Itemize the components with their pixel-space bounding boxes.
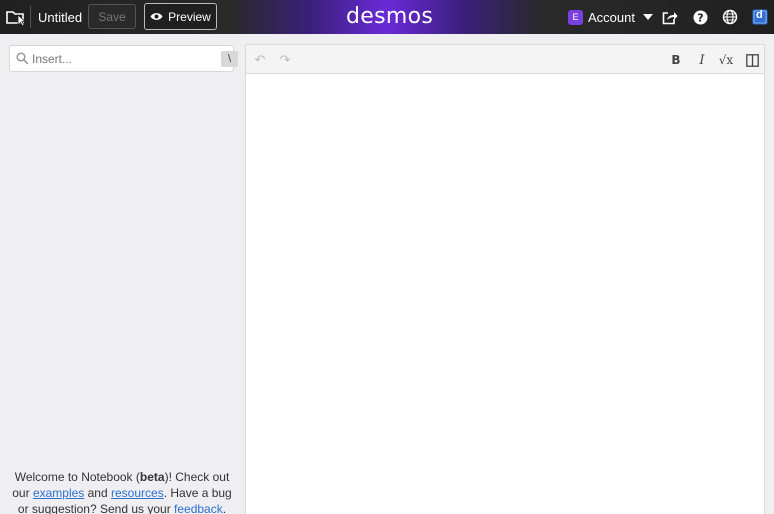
welcome-message: Welcome to Notebook (beta)! Check out ou… [6, 469, 238, 514]
help-button[interactable]: ? [690, 7, 710, 27]
document-title[interactable]: Untitled [38, 0, 82, 34]
svg-text:?: ? [697, 11, 703, 24]
insert-search-input[interactable] [32, 50, 207, 68]
beta-label: beta [139, 470, 165, 484]
insert-search-box[interactable]: \ [9, 45, 238, 72]
split-view-button[interactable] [743, 51, 761, 69]
desmos-apps-button[interactable]: d [750, 7, 770, 27]
undo-button[interactable]: ↶ [251, 51, 269, 69]
redo-button[interactable]: ↷ [276, 51, 294, 69]
preview-label: Preview [168, 9, 211, 24]
desmos-d-letter: d [756, 9, 763, 21]
math-button[interactable]: √x [717, 51, 735, 69]
account-label: Account [588, 9, 635, 25]
bold-icon: B [671, 53, 681, 67]
preview-button[interactable]: Preview [144, 3, 217, 30]
caret-down-icon [642, 14, 653, 20]
sqrt-icon: √x [718, 53, 734, 67]
split-view-icon [745, 53, 759, 67]
share-icon [662, 11, 678, 24]
welcome-text: and [84, 486, 111, 500]
language-button[interactable] [720, 7, 740, 27]
bold-button[interactable]: B [667, 51, 685, 69]
desmos-logo: desmos [346, 3, 434, 29]
editor-toolbar: ↶ ↷ B I √x [246, 45, 764, 74]
folder-icon [6, 11, 27, 26]
account-menu[interactable]: E Account [568, 0, 653, 34]
left-sidebar: \ Welcome to Notebook (beta)! Check out … [0, 34, 244, 514]
top-bar: Untitled Save Preview desmos E Account ? [0, 0, 774, 34]
globe-icon [722, 9, 738, 25]
welcome-text: Welcome to Notebook ( [14, 470, 140, 484]
share-button[interactable] [660, 7, 680, 27]
italic-button[interactable]: I [693, 51, 711, 69]
feedback-link[interactable]: feedback [174, 502, 223, 514]
shortcut-key-hint: \ [221, 51, 238, 67]
welcome-text: . [222, 502, 227, 514]
undo-icon: ↶ [254, 52, 266, 67]
search-icon [16, 52, 29, 65]
italic-icon: I [699, 52, 705, 68]
header-divider [30, 6, 31, 28]
account-avatar: E [568, 9, 583, 25]
open-folder-button[interactable] [4, 5, 28, 29]
save-button[interactable]: Save [88, 4, 136, 29]
examples-link[interactable]: examples [33, 486, 84, 500]
eye-icon [150, 13, 163, 20]
resources-link[interactable]: resources [111, 486, 164, 500]
notebook-editor[interactable]: ↶ ↷ B I √x [245, 44, 765, 514]
help-icon: ? [693, 10, 707, 24]
redo-icon: ↷ [279, 52, 291, 67]
